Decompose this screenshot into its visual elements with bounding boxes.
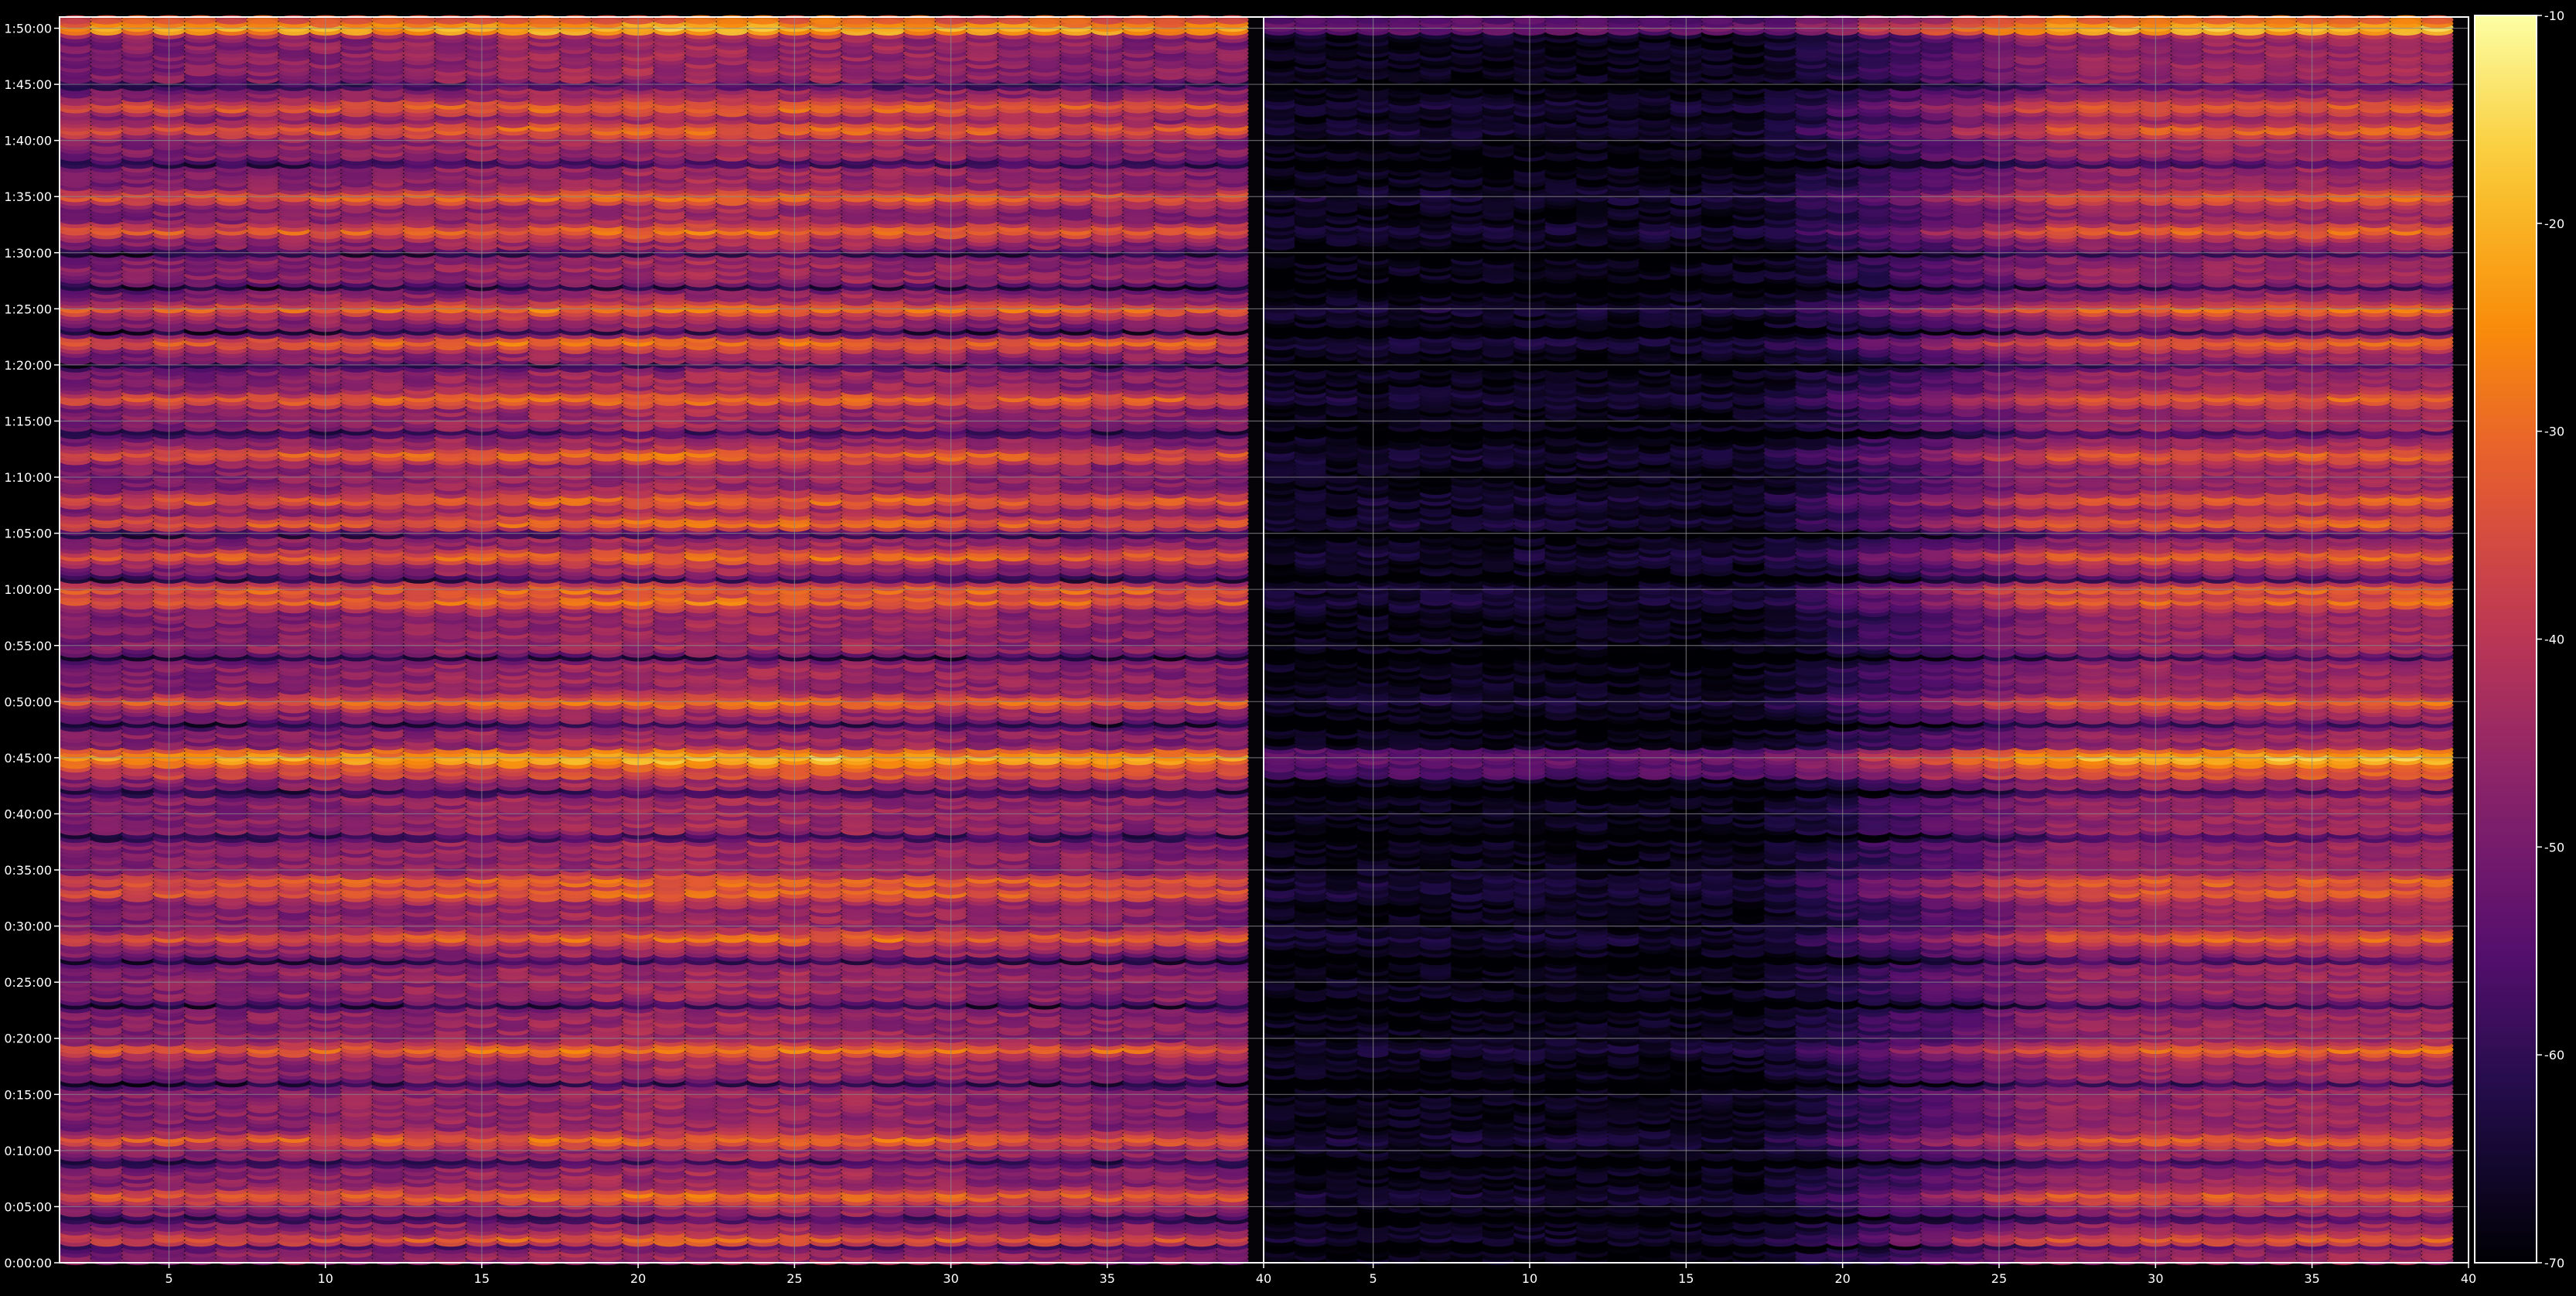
chart-svg: 5 10 15 20 25 30 35 400:00:000:05:000:10:000:15… (0, 0, 2576, 1293)
heatmap-panel-left: 5 10 15 20 25 30 35 400:00:000:05:000:10:000:15… (4, 15, 1271, 1286)
chart-figure: 5 10 15 20 25 30 35 40 0:00:00 0:05:00 0:10:00 0:15… (0, 0, 2576, 1293)
